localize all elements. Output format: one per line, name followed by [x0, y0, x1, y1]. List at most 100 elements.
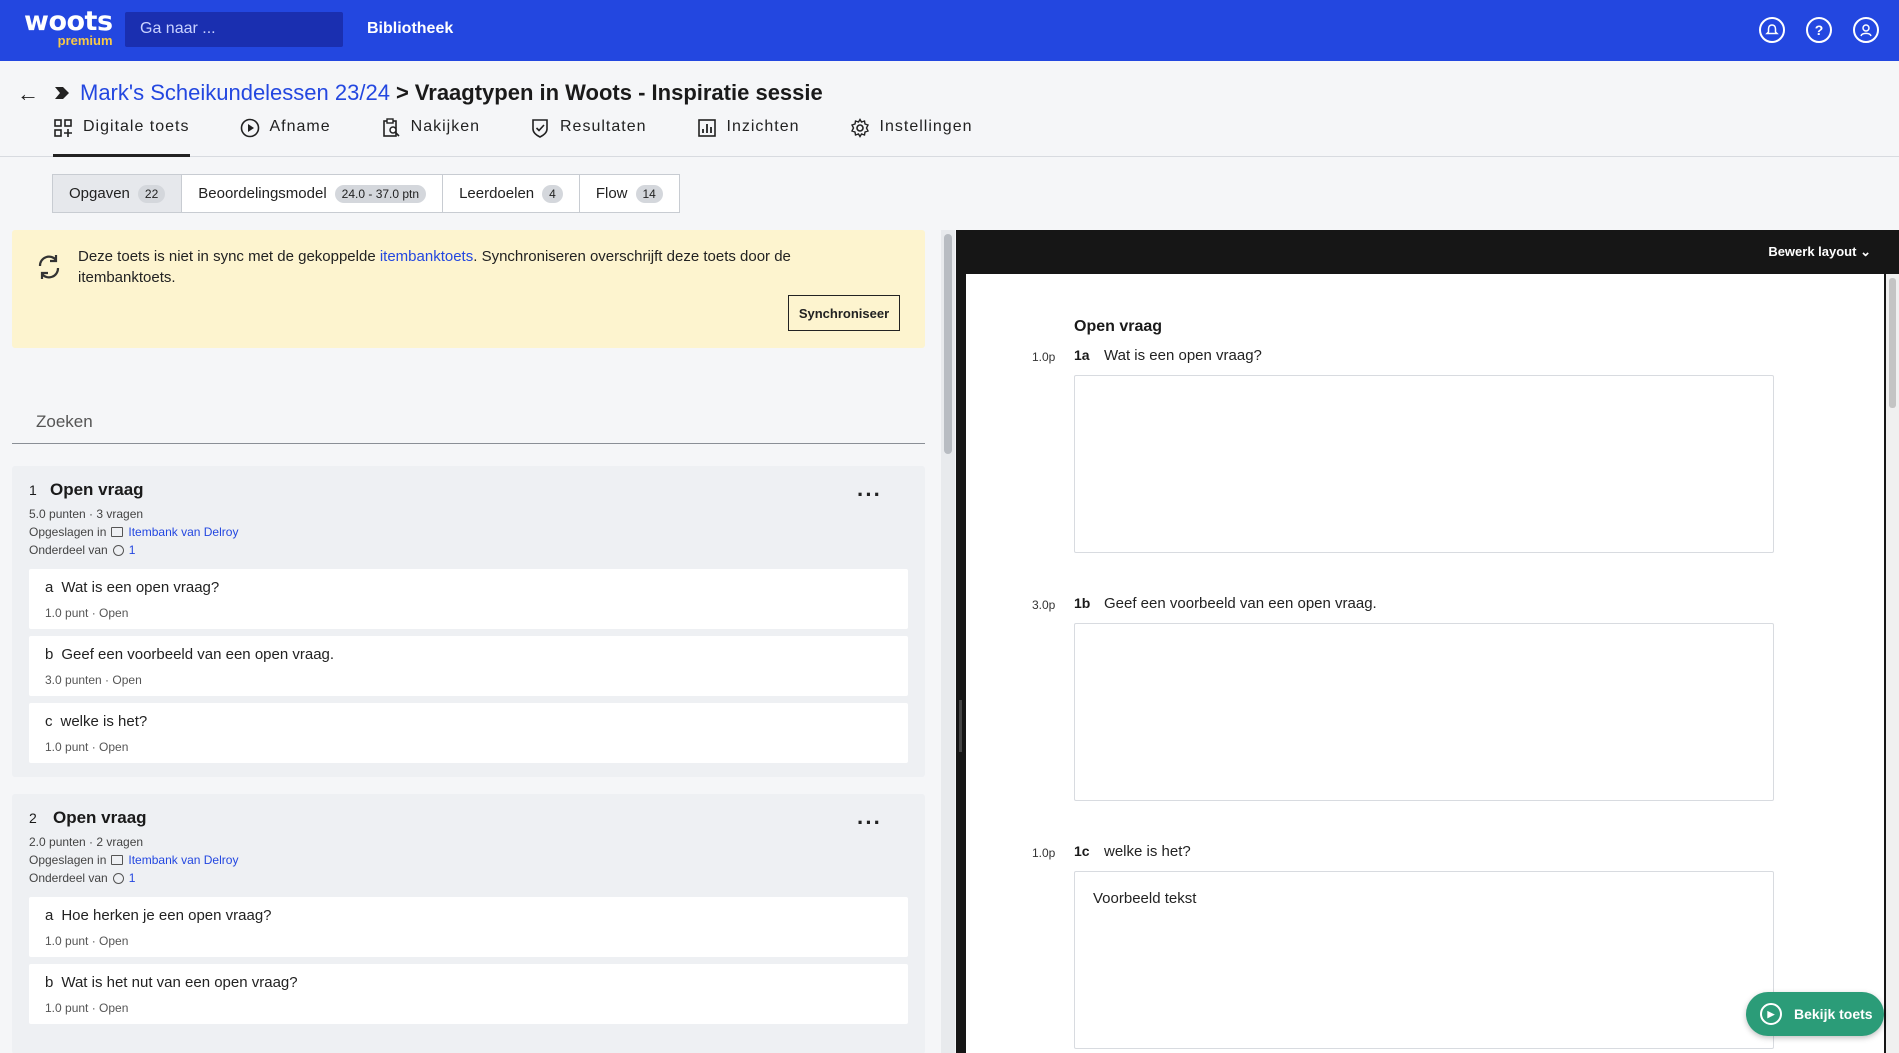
- question-text: Wat is een open vraag?: [1104, 347, 1262, 364]
- play-icon: ▶: [1760, 1003, 1782, 1025]
- view-test-label: Bekijk toets: [1794, 1006, 1873, 1022]
- sub-question-label: Wat is een open vraag?: [61, 579, 220, 596]
- sub-question-item[interactable]: b Geef een voorbeeld van een open vraag. …: [29, 636, 908, 696]
- sub-question-meta: 1.0 punt · Open: [45, 740, 129, 754]
- sub-question-meta: 1.0 punt · Open: [45, 934, 129, 948]
- tab-label: Digitale toets: [83, 118, 190, 135]
- sub-question-label: welke is het?: [60, 713, 148, 730]
- globe-icon: [112, 872, 124, 884]
- sub-question-letter: a: [45, 579, 54, 596]
- points-label: 1.0p: [1032, 350, 1056, 364]
- breadcrumb-parent-link[interactable]: Mark's Scheikundelessen 23/24: [80, 80, 390, 105]
- points-label: 3.0p: [1032, 598, 1056, 612]
- itembanktoets-link[interactable]: itembanktoets: [380, 248, 473, 265]
- sub-question-text: a Hoe herken je een open vraag?: [45, 907, 272, 924]
- question-number: 2: [29, 810, 37, 826]
- back-arrow-icon[interactable]: ←: [17, 81, 39, 107]
- sub-question-label: Geef een voorbeeld van een open vraag.: [61, 646, 335, 663]
- panel-resize-handle[interactable]: [959, 700, 962, 752]
- tab-afname[interactable]: Afname: [240, 118, 331, 157]
- sub-question-item[interactable]: b Wat is het nut van een open vraag? 1.0 …: [29, 964, 908, 1024]
- library-link[interactable]: Bibliotheek: [367, 20, 453, 38]
- preview-scrollbar-thumb[interactable]: [1889, 278, 1896, 408]
- sync-icon: [38, 255, 60, 279]
- part-of-label: Onderdeel van: [29, 543, 108, 557]
- sub-question-item[interactable]: c welke is het? 1.0 punt · Open: [29, 703, 908, 763]
- notifications-icon[interactable]: [1759, 17, 1785, 43]
- sub-question-label: Wat is het nut van een open vraag?: [61, 974, 298, 991]
- sub-question-letter: b: [45, 974, 54, 991]
- itembank-link[interactable]: Itembank van Delroy: [128, 853, 238, 867]
- sub-question-item[interactable]: a Wat is een open vraag? 1.0 punt · Open: [29, 569, 908, 629]
- sub-question-meta: 3.0 punten · Open: [45, 673, 142, 687]
- global-search-input[interactable]: Ga naar ...: [125, 12, 343, 47]
- sub-question-text: b Wat is het nut van een open vraag?: [45, 974, 298, 991]
- sub-question-letter: a: [45, 907, 54, 924]
- more-options-icon[interactable]: ···: [857, 484, 882, 506]
- sub-question-text: b Geef een voorbeeld van een open vraag.: [45, 646, 334, 663]
- questions-panel: Deze toets is niet in sync met de gekopp…: [12, 230, 925, 1053]
- subtab-label: Leerdoelen: [459, 185, 535, 202]
- subtab-label: Opgaven: [69, 185, 130, 202]
- left-scrollbar-thumb[interactable]: [944, 234, 952, 454]
- saved-in-line: Opgeslagen in Itembank van Delroy: [29, 525, 238, 539]
- saved-in-label: Opgeslagen in: [29, 853, 107, 867]
- top-navigation-bar: woots premium Ga naar ... Bibliotheek ?: [0, 0, 1899, 61]
- sub-question-letter: c: [45, 713, 53, 730]
- sub-question-meta: 1.0 punt · Open: [45, 606, 129, 620]
- folder-icon: [111, 527, 124, 537]
- question-card[interactable]: 1 Open vraag 5.0 punten · 3 vragen Opges…: [12, 466, 925, 777]
- subtab-leerdoelen[interactable]: Leerdoelen 4: [443, 175, 580, 212]
- preview-panel: Bewerk layout ⌄ Open vraag 1.0p 1a Wat i…: [956, 230, 1899, 1053]
- question-title: Open vraag: [53, 808, 147, 827]
- tab-nakijken[interactable]: Nakijken: [381, 118, 480, 157]
- tab-instellingen[interactable]: Instellingen: [850, 118, 973, 157]
- saved-in-label: Opgeslagen in: [29, 525, 107, 539]
- tab-label: Inzichten: [726, 118, 800, 135]
- subtab-flow[interactable]: Flow 14: [580, 175, 679, 212]
- saved-in-line: Opgeslagen in Itembank van Delroy: [29, 853, 238, 867]
- account-icon[interactable]: [1853, 17, 1879, 43]
- breadcrumb-chevron-icon: [55, 87, 69, 99]
- test-preview: Open vraag 1.0p 1a Wat is een open vraag…: [966, 274, 1884, 1053]
- itembank-link[interactable]: Itembank van Delroy: [128, 525, 238, 539]
- sub-question-label: Hoe herken je een open vraag?: [61, 907, 272, 924]
- question-search-input[interactable]: Zoeken: [12, 398, 925, 444]
- sub-question-text: c welke is het?: [45, 713, 147, 730]
- tab-digitale-toets[interactable]: Digitale toets: [53, 118, 190, 157]
- subtab-label: Beoordelingsmodel: [198, 185, 327, 202]
- shield-check-icon: [530, 118, 550, 138]
- part-of-line: Onderdeel van 1: [29, 871, 135, 885]
- tab-label: Afname: [269, 118, 331, 135]
- count-badge: 14: [635, 184, 663, 203]
- answer-box[interactable]: Voorbeeld tekst: [1074, 871, 1774, 1049]
- subtab-beoordelingsmodel[interactable]: Beoordelingsmodel 24.0 - 37.0 ptn: [182, 175, 444, 212]
- subtab-opgaven[interactable]: Opgaven 22: [53, 175, 183, 212]
- play-icon: [240, 118, 260, 138]
- synchronize-button[interactable]: Synchroniseer: [788, 295, 900, 331]
- edit-layout-dropdown[interactable]: Bewerk layout ⌄: [1768, 244, 1871, 260]
- tab-inzichten[interactable]: Inzichten: [697, 118, 800, 157]
- count-badge: 22: [137, 184, 166, 203]
- question-number: 1c: [1074, 843, 1090, 859]
- view-test-button[interactable]: ▶ Bekijk toets: [1746, 992, 1884, 1036]
- part-link[interactable]: 1: [129, 871, 136, 885]
- question-number: 1: [29, 482, 37, 498]
- breadcrumb: Mark's Scheikundelessen 23/24 > Vraagtypen…: [80, 80, 823, 106]
- answer-box[interactable]: [1074, 623, 1774, 801]
- part-of-label: Onderdeel van: [29, 871, 108, 885]
- question-card[interactable]: 2 Open vraag 2.0 punten · 2 vragen Opges…: [12, 794, 925, 1053]
- chevron-down-icon: ⌄: [1860, 244, 1871, 259]
- sub-question-item[interactable]: a Hoe herken je een open vraag? 1.0 punt …: [29, 897, 908, 957]
- question-number: 1a: [1074, 347, 1090, 363]
- sub-question-letter: b: [45, 646, 54, 663]
- help-icon[interactable]: ?: [1806, 17, 1832, 43]
- question-text: welke is het?: [1104, 843, 1191, 860]
- answer-value: Voorbeeld tekst: [1093, 890, 1197, 907]
- woots-logo[interactable]: woots premium: [24, 8, 113, 49]
- more-options-icon[interactable]: ···: [857, 812, 882, 834]
- part-link[interactable]: 1: [129, 543, 136, 557]
- answer-box[interactable]: [1074, 375, 1774, 553]
- sync-warning-banner: Deze toets is niet in sync met de gekopp…: [12, 230, 925, 348]
- tab-resultaten[interactable]: Resultaten: [530, 118, 647, 157]
